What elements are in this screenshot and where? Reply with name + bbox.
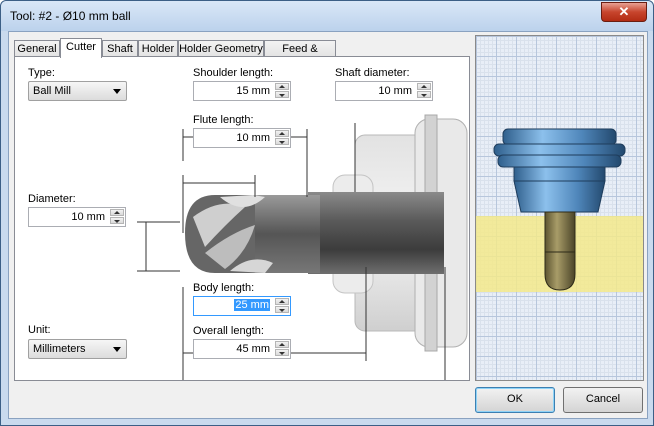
shaft-diameter-up-button[interactable] [417, 83, 431, 90]
unit-dropdown[interactable]: Millimeters [28, 339, 127, 359]
dialog-client-area: General Cutter Shaft Holder Holder Geome… [8, 31, 648, 419]
ok-button[interactable]: OK [475, 387, 555, 413]
shaft-diameter-label: Shaft diameter: [335, 67, 410, 79]
unit-dropdown-value: Millimeters [33, 343, 86, 355]
tab-cutter[interactable]: Cutter [60, 38, 102, 58]
body-length-up-button[interactable] [275, 298, 289, 305]
shaft-diameter-field[interactable]: 10 mm [335, 81, 433, 101]
cutter-3d [544, 211, 576, 291]
flute-length-label: Flute length: [193, 114, 254, 126]
tab-feed-speed[interactable]: Feed & Speed [264, 40, 336, 71]
flute-length-up-button[interactable] [275, 130, 289, 137]
tool-preview-graphic [476, 128, 643, 292]
unit-label: Unit: [28, 324, 51, 336]
diameter-up-button[interactable] [110, 209, 124, 216]
overall-length-field[interactable]: 45 mm [193, 339, 291, 359]
diameter-field[interactable]: 10 mm [28, 207, 126, 227]
chevron-down-icon [113, 89, 121, 94]
tab-holder-geometry[interactable]: Holder Geometry [178, 40, 264, 57]
flute-length-down-button[interactable] [275, 138, 289, 145]
overall-length-up-button[interactable] [275, 341, 289, 348]
shaft-diameter-down-button[interactable] [417, 91, 431, 98]
tab-general[interactable]: General [14, 40, 60, 57]
type-label: Type: [28, 67, 55, 79]
flute-length-value: 10 mm [236, 132, 270, 144]
shoulder-length-value: 15 mm [236, 85, 270, 97]
shoulder-length-up-button[interactable] [275, 83, 289, 90]
flute-length-field[interactable]: 10 mm [193, 128, 291, 148]
overall-length-down-button[interactable] [275, 349, 289, 356]
tool-preview[interactable] [475, 35, 644, 381]
diameter-label: Diameter: [28, 193, 76, 205]
body-length-field[interactable]: 25 mm [193, 296, 291, 316]
close-button[interactable]: ✕ [601, 2, 647, 22]
holder-3d [493, 128, 626, 213]
cancel-button[interactable]: Cancel [563, 387, 643, 413]
shoulder-length-down-button[interactable] [275, 91, 289, 98]
overall-length-label: Overall length: [193, 325, 264, 337]
shoulder-length-label: Shoulder length: [193, 67, 274, 79]
body-length-label: Body length: [193, 282, 255, 294]
diameter-down-button[interactable] [110, 217, 124, 224]
title-bar[interactable]: Tool: #2 - Ø10 mm ball ✕ [1, 1, 653, 31]
shaft-diameter-value: 10 mm [378, 85, 412, 97]
type-dropdown[interactable]: Ball Mill [28, 81, 127, 101]
window-title: Tool: #2 - Ø10 mm ball [10, 9, 131, 23]
shoulder-length-field[interactable]: 15 mm [193, 81, 291, 101]
tab-shaft[interactable]: Shaft [102, 40, 138, 57]
cutter-panel: Type: Ball Mill Shoulder length: 15 mm S… [14, 56, 470, 381]
type-dropdown-value: Ball Mill [33, 85, 71, 97]
diameter-value: 10 mm [71, 211, 105, 223]
overall-length-value: 45 mm [236, 343, 270, 355]
body-length-down-button[interactable] [275, 306, 289, 313]
dialog-window: Tool: #2 - Ø10 mm ball ✕ General Cutter … [0, 0, 654, 426]
body-length-value: 25 mm [234, 299, 270, 311]
tab-holder[interactable]: Holder [138, 40, 178, 57]
chevron-down-icon [113, 347, 121, 352]
